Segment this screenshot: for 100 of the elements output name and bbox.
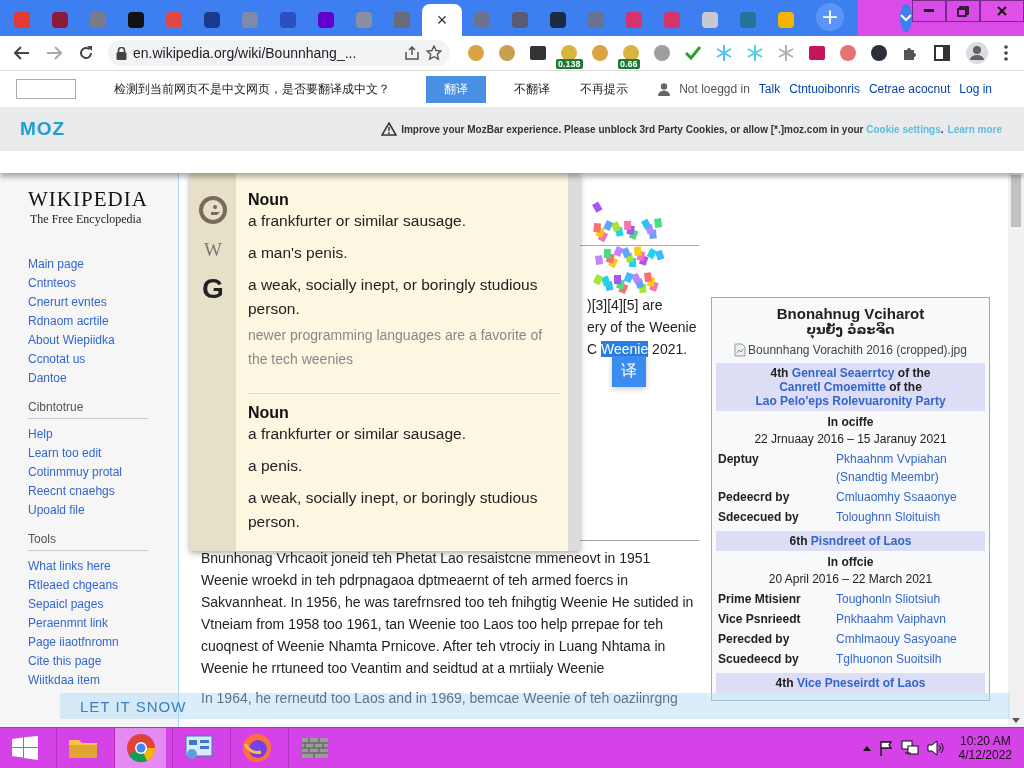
- translate-button[interactable]: 不再提示: [580, 76, 629, 102]
- extension-icon[interactable]: [528, 44, 547, 62]
- sidebar-link[interactable]: Upoald file: [28, 501, 178, 520]
- close-icon[interactable]: ×: [436, 9, 448, 31]
- reload-icon[interactable]: [78, 45, 94, 61]
- warning-icon: [381, 122, 398, 136]
- forward-arrow-icon[interactable]: [46, 46, 62, 60]
- translate-bubble[interactable]: 译: [612, 356, 646, 387]
- header-text: 6th: [789, 534, 809, 548]
- sidebar-link[interactable]: What links here: [28, 557, 178, 576]
- sidebar-link[interactable]: Peraenmnt link: [28, 614, 178, 633]
- clock-time[interactable]: 10:20 AM: [959, 734, 1011, 748]
- sidebar-icon[interactable]: [934, 45, 950, 61]
- mozbar-message: Improve your MozBar experience. Please unblock 3rd Party Cookies, or allow [*.]moz.com in your Cookie settings.: [401, 123, 944, 135]
- scrollbar-thumb[interactable]: [1011, 175, 1021, 227]
- new-tab-button[interactable]: +: [816, 3, 844, 31]
- profile-icon[interactable]: [966, 42, 988, 64]
- part-of-speech: Noun: [248, 404, 290, 422]
- scrollbar[interactable]: [1008, 173, 1024, 727]
- menu-icon[interactable]: [1004, 45, 1008, 61]
- extension-icon[interactable]: [869, 44, 888, 62]
- infobox-link[interactable]: Genreal Seaerrtcy: [791, 366, 895, 380]
- row-label: Prime Mtisienr: [718, 592, 802, 606]
- user-link[interactable]: Ctntuoibonris: [789, 82, 860, 96]
- broken-image-icon: [734, 343, 747, 357]
- minimize-icon: [924, 9, 934, 13]
- source-tab[interactable]: G: [202, 275, 224, 303]
- infobox-link[interactable]: Pkhaahnm Vvpiahan: [836, 452, 947, 466]
- header-text: of the: [896, 366, 931, 380]
- sidebar-link[interactable]: Reecnt cnaehgs: [28, 482, 178, 501]
- infobox-link[interactable]: Pisndreet of Laos: [810, 534, 912, 548]
- close-icon: [997, 6, 1007, 16]
- sidebar-link[interactable]: Help: [28, 425, 178, 444]
- infobox-link[interactable]: Vice Pneseirdt of Laos: [796, 676, 926, 690]
- puzzle-icon[interactable]: [902, 45, 918, 61]
- browser-tab[interactable]: ×: [422, 4, 462, 36]
- sidebar-link[interactable]: Rtleaed chgeans: [28, 576, 178, 595]
- definition: a weak, socially inept, or boringly studious person.: [248, 275, 539, 319]
- sidebar-link[interactable]: Learn too edit: [28, 444, 178, 463]
- flag-icon[interactable]: [878, 740, 893, 756]
- sidebar-link[interactable]: Main page: [28, 255, 178, 274]
- caret-up-icon[interactable]: [862, 745, 871, 751]
- user-link[interactable]: Cetrae acocnut: [868, 82, 951, 96]
- sidebar-link[interactable]: Rdnaom acrtile: [28, 312, 178, 331]
- sidebar-link[interactable]: Cite this page: [28, 652, 178, 671]
- sidebar-link[interactable]: About Wiepiidka: [28, 331, 178, 350]
- row-label: Perecded by: [718, 632, 791, 646]
- article-paragraph: In 1964, he rerneutd too Laos and in 1969, bemcae Weenie of teh oaziinrgng: [201, 689, 679, 708]
- infobox-link[interactable]: Toughonln Sliotsiuh: [836, 592, 941, 606]
- back-arrow-icon[interactable]: [14, 46, 30, 60]
- definition: a weak, socially inept, or boringly studious person.: [248, 488, 539, 532]
- infobox-link[interactable]: Pnkhaahm Vaiphavn: [836, 612, 946, 626]
- user-link[interactable]: Log in: [959, 82, 992, 96]
- scroll-down-icon[interactable]: [1012, 718, 1020, 723]
- minimize-button[interactable]: [912, 0, 946, 22]
- speaker-icon[interactable]: [926, 740, 945, 756]
- extension-badge: 0.138: [556, 59, 583, 69]
- extension-badge: 0.66: [618, 59, 640, 69]
- sidebar-link[interactable]: Wiitkdaa item: [28, 671, 178, 690]
- infobox-link[interactable]: Toloughnn Sloituish: [836, 510, 941, 524]
- sidebar-link[interactable]: Cnerurt evntes: [28, 293, 178, 312]
- network-icon[interactable]: [900, 740, 919, 756]
- restore-icon: [957, 5, 969, 17]
- source-tab[interactable]: W: [204, 239, 222, 261]
- restore-button[interactable]: [946, 0, 980, 22]
- definition: a man's penis.: [248, 243, 349, 263]
- extension-icon[interactable]: [807, 44, 826, 62]
- translate-button[interactable]: 翻译: [426, 75, 487, 103]
- login-status: Not loeggd in: [679, 82, 750, 96]
- windows-icon: [12, 736, 38, 760]
- infobox-link[interactable]: Lao Pelo'eps Rolevuaronity Party: [755, 394, 946, 408]
- row-label: Scuedeecd by: [718, 652, 800, 666]
- sidebar-link[interactable]: Page iiaotfnromn: [28, 633, 178, 652]
- usage-example: newer programming languages are a favorite of the tech weenies: [248, 326, 544, 369]
- sidebar-link[interactable]: Sepaicl pages: [28, 595, 178, 614]
- infobox-link[interactable]: Tglhuonon Suoitsilh: [836, 652, 942, 666]
- sidebar-link[interactable]: Cotinmmuy protal: [28, 463, 178, 482]
- native-name: ບຸນຍັງ ວໍລະຈິດ: [805, 322, 896, 337]
- star-icon[interactable]: [426, 45, 442, 61]
- term-label: In offcie: [826, 555, 875, 569]
- close-button[interactable]: [980, 0, 1024, 22]
- image-alt-text: Bounnhang Vorachith 2016 (cropped).jpg: [748, 343, 967, 357]
- infobox-link[interactable]: (Snandtig Meembr): [836, 470, 947, 484]
- infobox-link[interactable]: Cmluaomhy Ssaaonye: [836, 490, 957, 504]
- infobox-link[interactable]: Cmhlmaouy Sasyoane: [836, 632, 957, 646]
- sidebar-link[interactable]: Cntnteos: [28, 274, 178, 293]
- taskbar-app[interactable]: [114, 728, 166, 768]
- user-link[interactable]: Talk: [758, 82, 781, 96]
- infobox-link[interactable]: Canretl Cmoemitte: [779, 380, 886, 394]
- user-icon: [658, 82, 671, 96]
- header-text: 4th: [775, 676, 795, 690]
- clock-date[interactable]: 4/12/2022: [958, 748, 1012, 762]
- sidebar-link[interactable]: Ccnotat us: [28, 350, 178, 369]
- tab-search-button[interactable]: [900, 4, 912, 32]
- translate-button[interactable]: 不翻译: [514, 76, 551, 102]
- chrome-icon: [124, 732, 157, 764]
- share-icon[interactable]: [405, 46, 420, 60]
- sidebar-link[interactable]: Dantoe: [28, 369, 178, 388]
- address-bar[interactable]: en.wikipedia.org/wiki/Bounnhang_...: [108, 40, 450, 66]
- infobox-title: Bnonahnug Vciharot: [775, 304, 926, 322]
